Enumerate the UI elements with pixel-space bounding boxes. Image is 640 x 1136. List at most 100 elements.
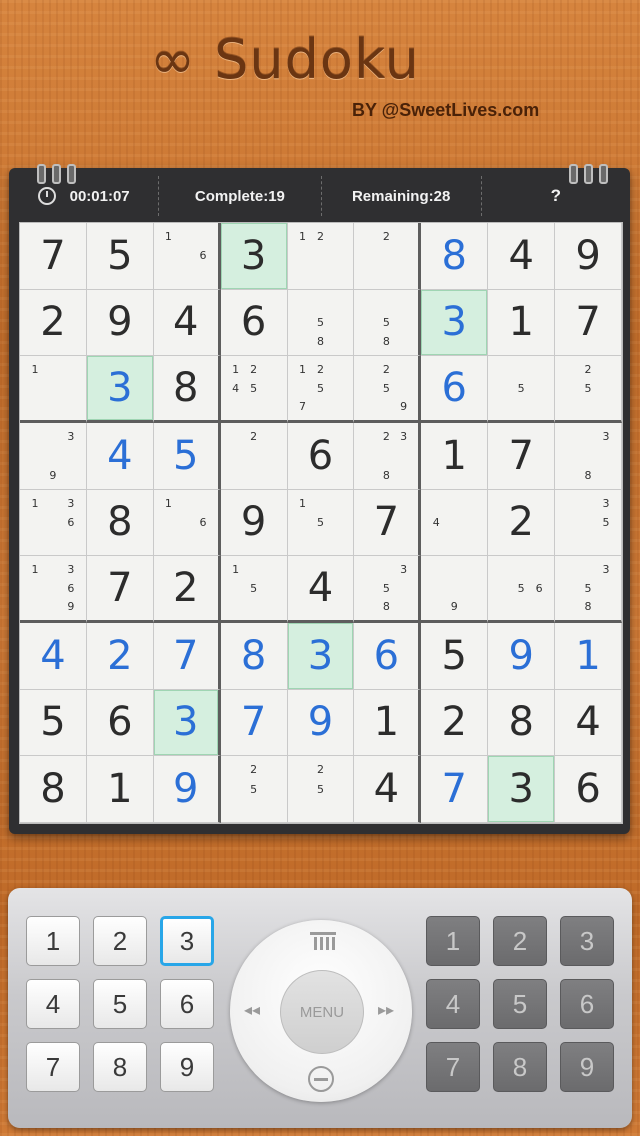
number-key-3[interactable]: 3 [160,916,214,966]
candidate-key-8[interactable]: 8 [493,1042,547,1092]
sudoku-cell[interactable]: 8 [153,356,221,423]
control-wheel[interactable]: ◂◂ ▸▸ MENU [230,920,412,1102]
sudoku-cell[interactable]: 15 [220,556,288,623]
sudoku-cell[interactable]: 5 [153,422,221,490]
sudoku-cell[interactable]: 7 [220,689,288,757]
menu-button[interactable]: MENU [280,970,364,1054]
sudoku-cell[interactable]: 6 [421,356,489,423]
sudoku-cell[interactable]: 39 [20,422,87,490]
sudoku-cell[interactable]: 12 57 [287,356,355,423]
sudoku-cell[interactable]: 35 8 [555,556,622,623]
sudoku-cell[interactable]: 2 59 [354,356,422,423]
number-key-2[interactable]: 2 [93,916,147,966]
sudoku-cell[interactable]: 9 [287,689,355,757]
sudoku-cell[interactable]: 58 [354,289,422,357]
sudoku-cell[interactable]: 8 [20,756,87,823]
help-button[interactable]: ? [482,176,630,216]
sudoku-cell[interactable]: 2 [421,689,489,757]
sudoku-cell[interactable]: 1245 [220,356,288,423]
sudoku-cell[interactable]: 8 [220,622,288,690]
sudoku-cell[interactable]: 1 [488,289,556,357]
sudoku-cell[interactable]: 2 [153,556,221,623]
sudoku-cell[interactable]: 35 8 [354,556,422,623]
sudoku-cell[interactable]: 2 [220,422,288,490]
sudoku-cell[interactable]: 7 [20,223,87,290]
sudoku-cell[interactable]: 25 [220,756,288,823]
sudoku-cell[interactable]: 1 [421,422,489,490]
sudoku-cell[interactable]: 2 [20,289,87,357]
sudoku-cell[interactable]: 8 [86,489,154,557]
sudoku-cell[interactable]: 9 [421,556,489,623]
sudoku-cell[interactable]: 12 [287,223,355,290]
sudoku-cell[interactable]: 1 [20,356,87,423]
sudoku-cell[interactable]: 7 [421,756,489,823]
sudoku-cell[interactable]: 9 [220,489,288,557]
sudoku-cell[interactable]: 5 [488,356,556,423]
sudoku-cell[interactable]: 8 [488,689,556,757]
number-key-7[interactable]: 7 [26,1042,80,1092]
number-key-6[interactable]: 6 [160,979,214,1029]
sudoku-cell[interactable]: 6 [287,422,355,490]
number-key-4[interactable]: 4 [26,979,80,1029]
sudoku-cell[interactable]: 15 [287,489,355,557]
sudoku-cell[interactable]: 6 [220,289,288,357]
sudoku-cell[interactable]: 9 [488,622,556,690]
sudoku-cell[interactable]: 1 [354,689,422,757]
sudoku-cell[interactable]: 9 [555,223,622,290]
sudoku-cell[interactable]: 5 [86,223,154,290]
sudoku-cell[interactable]: 1 3 6 [20,489,87,557]
candidate-key-9[interactable]: 9 [560,1042,614,1092]
sudoku-cell[interactable]: 3 [220,223,288,290]
number-key-1[interactable]: 1 [26,916,80,966]
sudoku-cell[interactable]: 9 [86,289,154,357]
sudoku-cell[interactable]: 7 [555,289,622,357]
next-icon[interactable]: ▸▸ [378,1000,394,1020]
sudoku-cell[interactable]: 56 [488,556,556,623]
minus-icon[interactable] [306,1064,336,1099]
sudoku-cell[interactable]: 6 [86,689,154,757]
sudoku-cell[interactable]: 4 [421,489,489,557]
sudoku-cell[interactable]: 2 [86,622,154,690]
sudoku-cell[interactable]: 23 8 [354,422,422,490]
sudoku-cell[interactable]: 2 [354,223,422,290]
sudoku-cell[interactable]: 4 [86,422,154,490]
sudoku-cell[interactable]: 25 [287,756,355,823]
sudoku-cell[interactable]: 7 [86,556,154,623]
candidate-key-6[interactable]: 6 [560,979,614,1029]
candidate-key-1[interactable]: 1 [426,916,480,966]
sudoku-cell[interactable]: 4 [488,223,556,290]
number-key-9[interactable]: 9 [160,1042,214,1092]
sudoku-cell[interactable]: 3 [421,289,489,357]
sudoku-cell[interactable]: 5 [421,622,489,690]
sudoku-cell[interactable]: 5 [20,689,87,757]
sudoku-cell[interactable]: 58 [287,289,355,357]
sudoku-cell[interactable]: 4 [153,289,221,357]
candidate-key-2[interactable]: 2 [493,916,547,966]
candidate-key-5[interactable]: 5 [493,979,547,1029]
candidate-key-4[interactable]: 4 [426,979,480,1029]
sudoku-cell[interactable]: 7 [354,489,422,557]
sudoku-cell[interactable]: 6 [354,622,422,690]
number-key-5[interactable]: 5 [93,979,147,1029]
number-key-8[interactable]: 8 [93,1042,147,1092]
sudoku-cell[interactable]: 16 [153,489,221,557]
previous-icon[interactable]: ◂◂ [244,1000,260,1020]
sudoku-cell[interactable]: 4 [287,556,355,623]
sudoku-cell[interactable]: 3 [86,356,154,423]
sudoku-cell[interactable]: 8 [421,223,489,290]
sudoku-cell[interactable]: 3 [488,756,556,823]
sudoku-cell[interactable]: 1 [555,622,622,690]
sudoku-cell[interactable]: 4 [354,756,422,823]
sudoku-cell[interactable]: 3 [287,622,355,690]
sudoku-cell[interactable]: 3 [153,689,221,757]
sudoku-cell[interactable]: 1 3 6 9 [20,556,87,623]
sudoku-cell[interactable]: 9 [153,756,221,823]
sudoku-cell[interactable]: 1 [86,756,154,823]
trash-icon[interactable] [308,930,338,958]
sudoku-cell[interactable]: 4 [20,622,87,690]
sudoku-cell[interactable]: 25 [555,356,622,423]
sudoku-cell[interactable]: 2 [488,489,556,557]
sudoku-cell[interactable]: 7 [488,422,556,490]
sudoku-cell[interactable]: 16 [153,223,221,290]
sudoku-cell[interactable]: 35 [555,489,622,557]
